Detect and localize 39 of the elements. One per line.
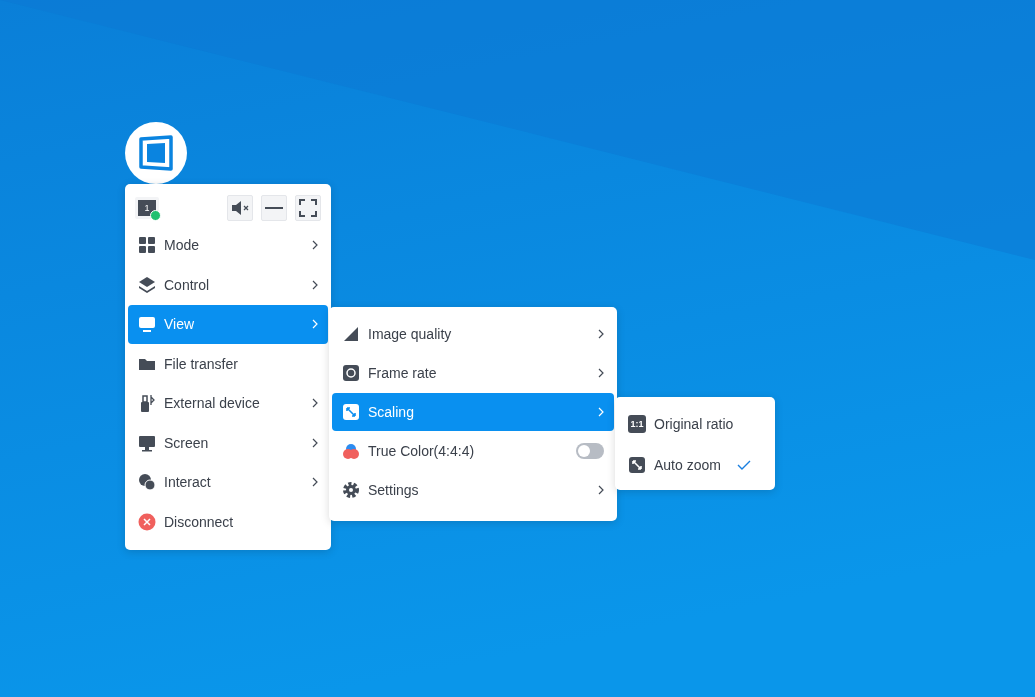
resize-icon: [342, 403, 360, 421]
chevron-icon: [598, 407, 604, 417]
fullscreen-button[interactable]: [295, 195, 321, 221]
layers-icon: [138, 275, 156, 294]
screen-icon: [138, 433, 156, 452]
minimize-button[interactable]: [261, 195, 287, 221]
chat-icon: [138, 473, 156, 492]
grid-icon: [138, 236, 156, 255]
menu-item[interactable]: True Color(4:4:4): [332, 432, 614, 470]
color-circles-icon: [342, 442, 360, 460]
refresh-icon: [342, 364, 360, 382]
menu-item[interactable]: Settings: [332, 471, 614, 509]
close-icon: [138, 512, 156, 531]
resize-icon: [628, 456, 646, 474]
menu-item[interactable]: File transfer: [128, 344, 328, 383]
ratio-icon: 1:1: [628, 415, 646, 433]
menu-item[interactable]: Auto zoom: [618, 445, 772, 485]
fullscreen-icon: [299, 199, 317, 217]
menu-item[interactable]: 1:1 Original ratio: [618, 404, 772, 444]
menu-item[interactable]: Mode: [128, 226, 328, 265]
menu-item[interactable]: Disconnect: [128, 502, 328, 541]
speaker-muted-icon: [230, 199, 250, 217]
menu-item[interactable]: Image quality: [332, 315, 614, 353]
settings-icon: [342, 481, 360, 499]
menu-item[interactable]: External device: [128, 384, 328, 423]
menu-item[interactable]: Control: [128, 265, 328, 304]
menu-item[interactable]: Screen: [128, 423, 328, 462]
chevron-icon: [598, 368, 604, 378]
menu-item[interactable]: Frame rate: [332, 354, 614, 392]
monitor-button[interactable]: 1: [135, 197, 159, 219]
usb-drive-icon: [138, 394, 156, 413]
mute-button[interactable]: [227, 195, 253, 221]
monitor-icon: [138, 315, 156, 334]
minus-icon: [265, 206, 283, 210]
chevron-icon: [598, 485, 604, 495]
chevron-icon: [598, 329, 604, 339]
toggle-switch[interactable]: [576, 443, 604, 459]
menu-item[interactable]: Interact: [128, 463, 328, 502]
triangle-icon: [342, 325, 360, 343]
